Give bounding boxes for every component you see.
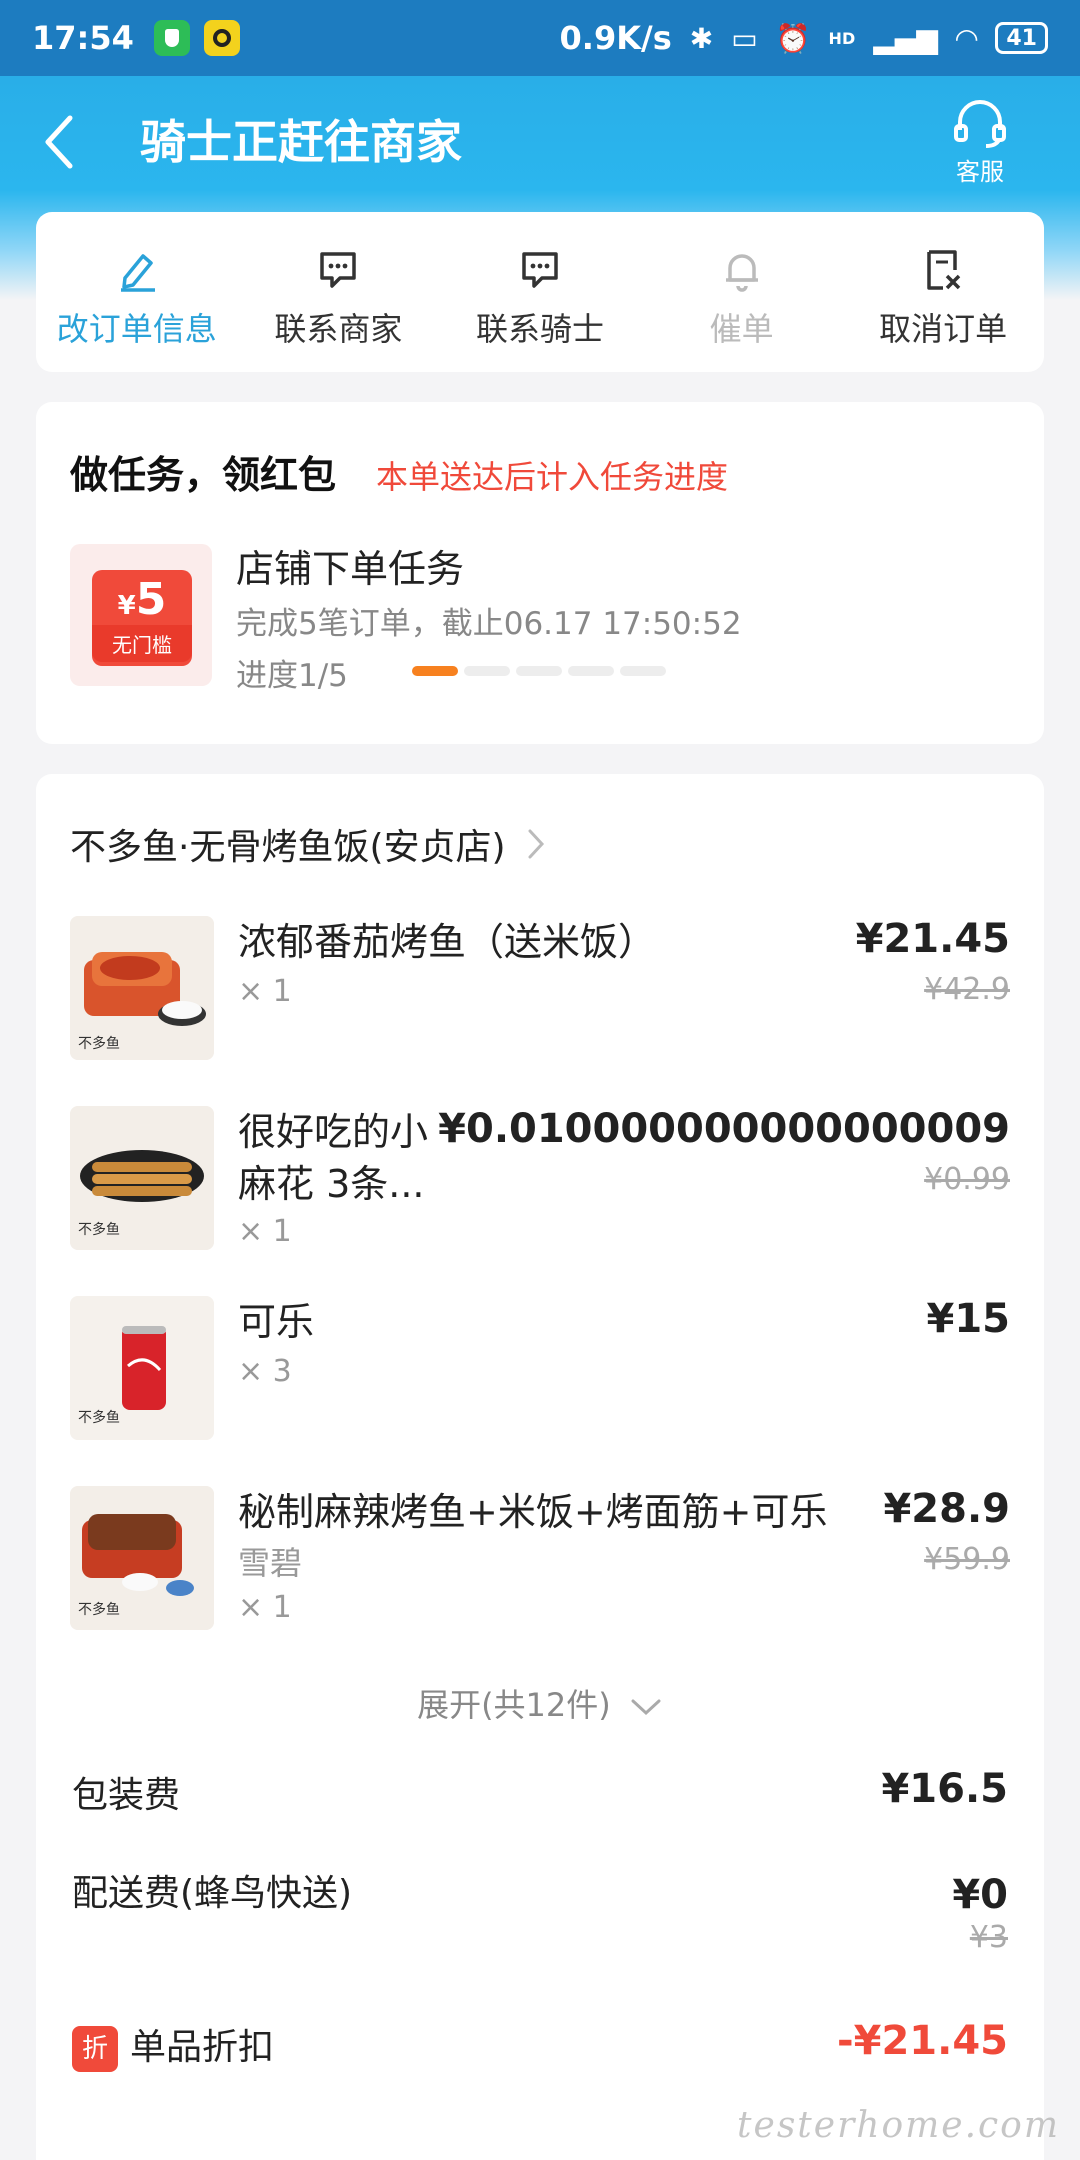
- item-image-mahua: 不多鱼: [70, 1106, 214, 1250]
- task-title: 做任务，领红包: [70, 453, 337, 497]
- progress-segment-pending: [464, 666, 510, 676]
- watermark: testerhome.com: [737, 2105, 1060, 2146]
- item-price: ¥15: [926, 1296, 1011, 1342]
- item-original-price: ¥42.9: [924, 972, 1010, 1007]
- delivery-original-fee: ¥3: [969, 1920, 1008, 1955]
- packaging-fee-row: 包装费 ¥16.5: [72, 1766, 1008, 1818]
- edit-order-label: 改订单信息: [56, 310, 217, 348]
- coupon-label: 无门槛: [92, 625, 192, 662]
- item-qty: × 3: [238, 1354, 292, 1389]
- header: 骑士正赶往商家 客服: [0, 76, 1080, 210]
- customer-service-button[interactable]: 客服: [940, 100, 1020, 187]
- order-item[interactable]: 不多鱼 秘制麻辣烤鱼+米饭+烤面筋+可乐 雪碧 × 1 ¥28.9 ¥59.9: [70, 1486, 1010, 1636]
- task-name: 店铺下单任务: [236, 547, 465, 591]
- svg-text:不多鱼: 不多鱼: [78, 1035, 120, 1052]
- order-actions: 改订单信息 联系商家 联系骑士 催单 取消订单: [36, 212, 1044, 372]
- order-item[interactable]: 不多鱼 浓郁番茄烤鱼（送米饭） × 1 ¥21.45 ¥42.9: [70, 916, 1010, 1066]
- item-spec: 雪碧: [238, 1544, 303, 1582]
- item-name: 浓郁番茄烤鱼（送米饭）: [238, 920, 657, 964]
- progress-segment-done: [412, 666, 458, 676]
- svg-text:不多鱼: 不多鱼: [78, 1221, 120, 1238]
- shop-name: 不多鱼·无骨烤鱼饭(安贞店): [70, 827, 506, 868]
- cancel-order-label: 取消订单: [879, 310, 1008, 348]
- alarm-icon: ⏰: [775, 21, 811, 55]
- svg-text:不多鱼: 不多鱼: [78, 1409, 120, 1426]
- task-description: 完成5笔订单，截止06.17 17:50:52: [236, 606, 742, 642]
- order-item[interactable]: 不多鱼 可乐 × 3 ¥15: [70, 1296, 1010, 1446]
- item-qty: × 1: [238, 1214, 292, 1249]
- delivery-label: 配送费(蜂鸟快送): [72, 1873, 353, 1914]
- contact-shop-label: 联系商家: [274, 310, 403, 348]
- item-name: 秘制麻辣烤鱼+米饭+烤面筋+可乐: [238, 1490, 828, 1534]
- delivery-fee-row: 配送费(蜂鸟快送) ¥0 ¥3: [72, 1864, 1008, 1974]
- customer-service-label: 客服: [956, 158, 1004, 186]
- expand-items-button[interactable]: 展开(共12件): [36, 1680, 1044, 1726]
- item-name: 很好吃的小 麻花 3条...: [238, 1110, 429, 1206]
- discount-badge: 折: [72, 2026, 118, 2072]
- item-price: ¥28.9: [883, 1486, 1010, 1532]
- edit-order-button[interactable]: 改订单信息: [36, 212, 238, 372]
- discount-label: 单品折扣: [130, 2027, 275, 2068]
- item-image-cola: 不多鱼: [70, 1296, 214, 1440]
- status-bar: 17:54 0.9K/s ✱ ▭ ⏰ HD ▂▄▆ ◠ 41: [0, 0, 1080, 76]
- urge-order-label: 催单: [709, 310, 774, 348]
- svg-text:不多鱼: 不多鱼: [78, 1601, 120, 1618]
- battery-icon: 41: [995, 22, 1048, 54]
- discount-row: 折单品折扣 -¥21.45: [72, 2018, 1008, 2072]
- coupon-amount: ¥5: [117, 574, 167, 625]
- item-name: 可乐: [238, 1300, 315, 1344]
- discount-value: -¥21.45: [837, 2018, 1008, 2064]
- signal-icon: ▂▄▆: [873, 21, 938, 55]
- contact-rider-label: 联系骑士: [475, 310, 604, 348]
- item-price: ¥21.45: [855, 916, 1010, 962]
- vibrate-icon: ▭: [731, 21, 758, 55]
- order-item[interactable]: 不多鱼 很好吃的小 麻花 3条... × 1 ¥0.01000000000000…: [70, 1106, 1010, 1256]
- urge-order-button[interactable]: 催单: [641, 212, 843, 372]
- bluetooth-icon: ✱: [689, 21, 714, 55]
- chevron-right-icon: [528, 829, 544, 859]
- edit-icon: [120, 254, 155, 292]
- item-image-grilled-fish: 不多鱼: [70, 916, 214, 1060]
- item-qty: × 1: [238, 1590, 292, 1625]
- task-card[interactable]: 做任务，领红包 本单送达后计入任务进度 ¥5 无门槛 店铺下单任务 完成5笔订单…: [36, 402, 1044, 744]
- chat-icon: [522, 252, 558, 288]
- item-price: ¥0.010000000000000009: [438, 1106, 1010, 1152]
- hd-label: HD: [828, 28, 856, 48]
- bell-icon: [725, 254, 758, 292]
- net-speed: 0.9K/s: [559, 19, 672, 57]
- chevron-down-icon: [631, 1699, 661, 1716]
- shield-app-icon: [153, 20, 190, 56]
- coupon-ticket: ¥5 无门槛: [92, 570, 192, 666]
- progress-segment-pending: [620, 666, 666, 676]
- packaging-label: 包装费: [72, 1775, 181, 1816]
- item-original-price: ¥0.99: [924, 1162, 1010, 1197]
- notification-app-icon: [203, 20, 240, 56]
- packaging-fee: ¥16.5: [881, 1766, 1008, 1812]
- contact-shop-button[interactable]: 联系商家: [238, 212, 440, 372]
- cancel-order-button[interactable]: 取消订单: [842, 212, 1044, 372]
- shop-link[interactable]: 不多鱼·无骨烤鱼饭(安贞店): [70, 818, 546, 870]
- cancel-doc-icon: [927, 250, 961, 290]
- page-title: 骑士正赶往商家: [140, 115, 462, 169]
- order-card: 不多鱼·无骨烤鱼饭(安贞店) 不多鱼 浓郁番茄烤鱼（送米饭） × 1 ¥21.4…: [36, 774, 1044, 2160]
- task-subtitle: 本单送达后计入任务进度: [376, 458, 729, 496]
- task-progress-text: 进度1/5: [236, 658, 348, 694]
- status-time: 17:54: [32, 19, 134, 57]
- item-original-price: ¥59.9: [924, 1542, 1010, 1577]
- coupon-badge: ¥5 无门槛: [70, 544, 212, 686]
- wifi-icon: ◠: [955, 21, 978, 55]
- chat-icon: [320, 252, 357, 288]
- back-button[interactable]: [40, 112, 90, 172]
- progress-segment-pending: [516, 666, 562, 676]
- progress-segment-pending: [568, 666, 614, 676]
- contact-rider-button[interactable]: 联系骑士: [439, 212, 641, 372]
- delivery-fee: ¥0: [952, 1872, 1008, 1918]
- item-qty: × 1: [238, 974, 292, 1009]
- item-image-spicy-fish: 不多鱼: [70, 1486, 214, 1630]
- task-progress-bar: [412, 666, 666, 676]
- headset-icon: [954, 100, 1006, 148]
- expand-label: 展开(共12件): [417, 1686, 611, 1724]
- chevron-left-icon: [45, 115, 73, 169]
